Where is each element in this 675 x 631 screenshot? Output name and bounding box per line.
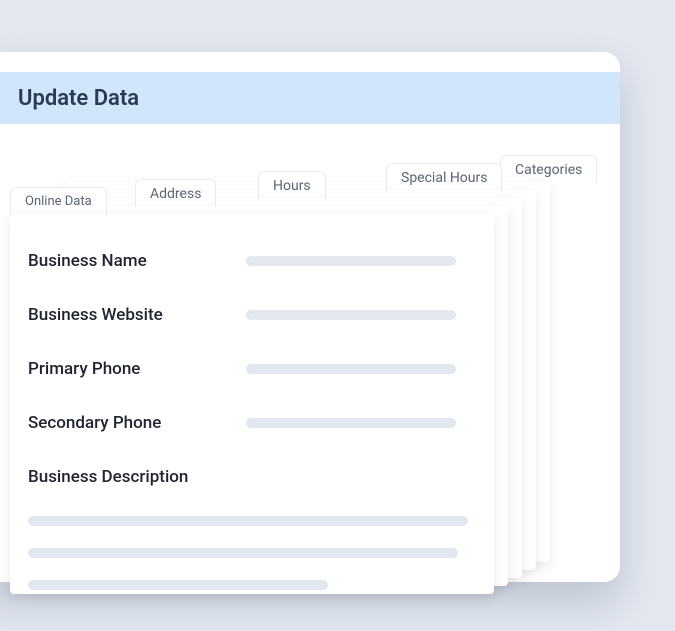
tab-stack: Categories Special Hours Hours Address O… — [0, 140, 600, 600]
field-value-placeholder[interactable] — [246, 310, 456, 320]
tab-special-hours[interactable]: Special Hours — [386, 163, 502, 191]
field-label: Business Description — [28, 467, 246, 487]
field-label: Secondary Phone — [28, 413, 246, 433]
header-bar: Update Data — [0, 72, 620, 124]
tab-card-online-data: Business Name Business Website Primary P… — [10, 214, 494, 594]
page-title: Update Data — [18, 86, 139, 111]
tab-label: Hours — [273, 178, 311, 194]
tab-label: Special Hours — [401, 170, 487, 186]
field-row-secondary-phone: Secondary Phone — [28, 396, 476, 450]
description-line[interactable] — [28, 516, 468, 526]
field-label: Business Website — [28, 305, 246, 325]
field-row-business-website: Business Website — [28, 288, 476, 342]
field-row-business-name: Business Name — [28, 234, 476, 288]
description-line[interactable] — [28, 580, 328, 590]
field-value-placeholder[interactable] — [246, 256, 456, 266]
field-row-business-description: Business Description — [28, 450, 476, 504]
update-data-window: Update Data Categories Special Hours Hou… — [0, 52, 620, 582]
field-value-placeholder[interactable] — [246, 418, 456, 428]
field-value-placeholder[interactable] — [246, 364, 456, 374]
description-line[interactable] — [28, 548, 458, 558]
tab-address[interactable]: Address — [135, 179, 216, 207]
description-placeholder-block — [28, 516, 476, 590]
field-row-primary-phone: Primary Phone — [28, 342, 476, 396]
tab-label: Online Data — [25, 194, 92, 209]
tab-hours[interactable]: Hours — [258, 171, 326, 199]
tab-label: Categories — [515, 162, 582, 178]
field-label: Business Name — [28, 251, 246, 271]
tab-categories[interactable]: Categories — [500, 155, 597, 183]
tab-online-data[interactable]: Online Data — [10, 187, 107, 215]
tab-label: Address — [150, 186, 201, 202]
field-label: Primary Phone — [28, 359, 246, 379]
